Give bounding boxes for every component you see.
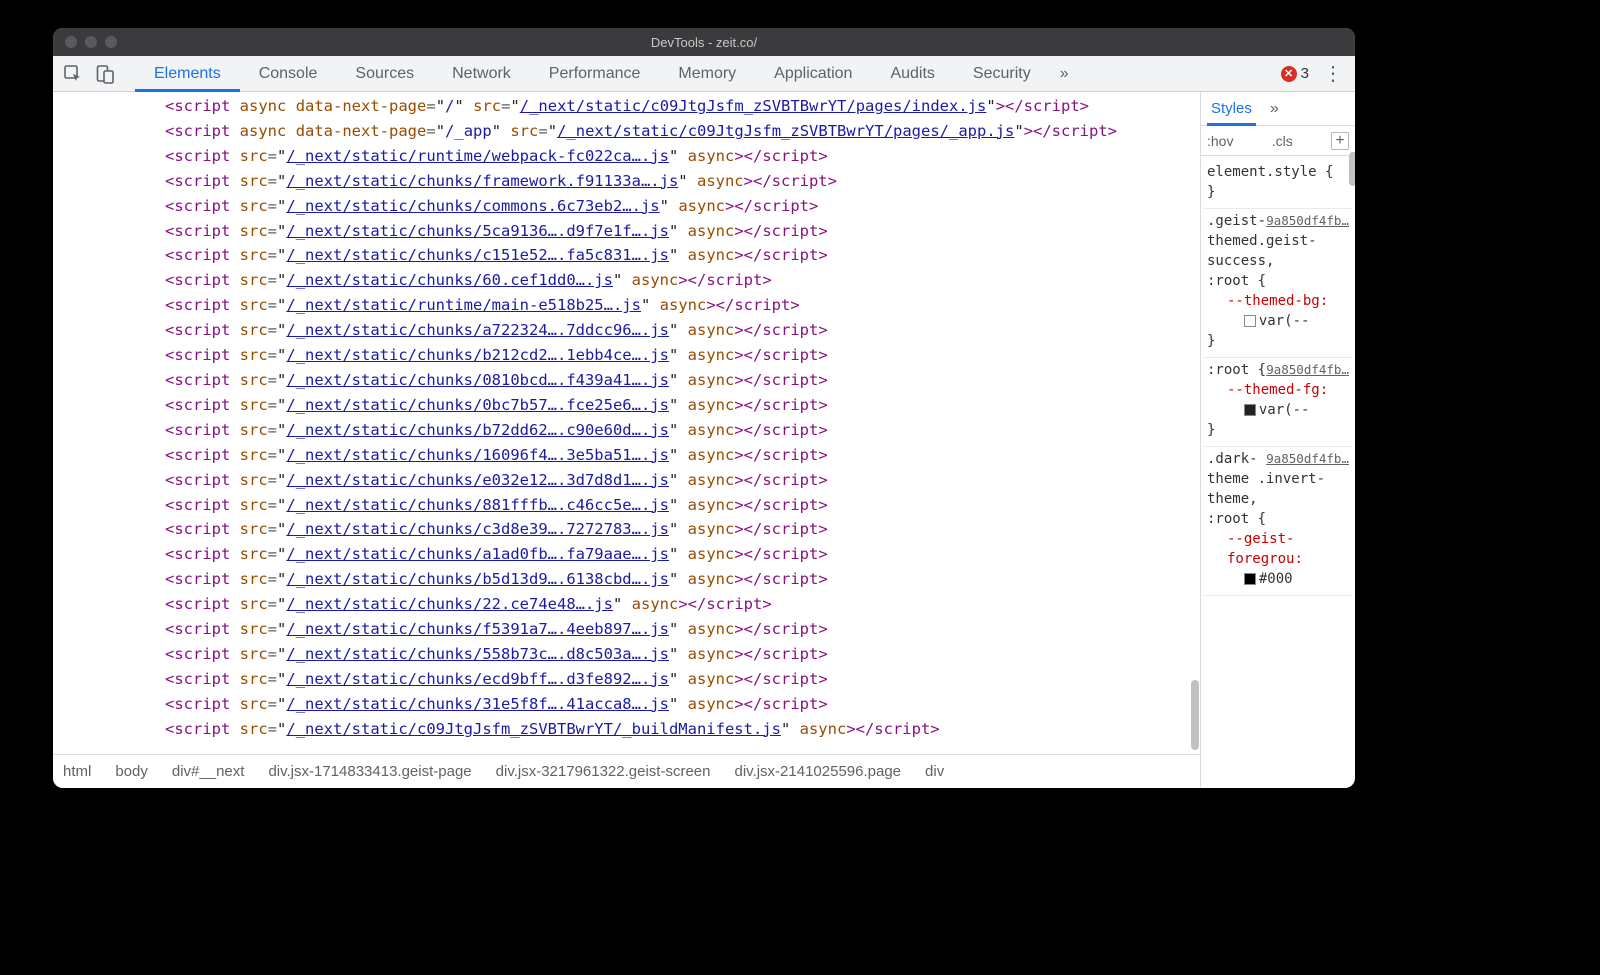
style-rule[interactable]: element.style {} — [1203, 160, 1353, 209]
dom-node[interactable]: <script src="/_next/static/chunks/0bc7b5… — [73, 393, 1200, 418]
tab-security[interactable]: Security — [954, 56, 1050, 91]
dom-node[interactable]: <script src="/_next/static/chunks/881fff… — [73, 493, 1200, 518]
dom-node[interactable]: <script src="/_next/static/chunks/5ca913… — [73, 219, 1200, 244]
dom-node[interactable]: <script src="/_next/static/chunks/22.ce7… — [73, 592, 1200, 617]
styles-tabs: Styles » — [1201, 92, 1355, 126]
window-title: DevTools - zeit.co/ — [53, 35, 1355, 50]
dom-node[interactable]: <script src="/_next/static/chunks/a1ad0f… — [73, 542, 1200, 567]
error-count: 3 — [1301, 65, 1309, 82]
dom-node[interactable]: <script src="/_next/static/chunks/c151e5… — [73, 243, 1200, 268]
dom-node[interactable]: <script src="/_next/static/chunks/f5391a… — [73, 617, 1200, 642]
dom-node[interactable]: <script async data-next-page="/" src="/_… — [73, 94, 1200, 119]
error-icon: ✕ — [1281, 66, 1297, 82]
main-panel: <script async data-next-page="/" src="/_… — [53, 92, 1355, 788]
dom-node[interactable]: <script src="/_next/static/chunks/ecd9bf… — [73, 667, 1200, 692]
dom-node[interactable]: <script src="/_next/static/chunks/0810bc… — [73, 368, 1200, 393]
window-titlebar: DevTools - zeit.co/ — [53, 28, 1355, 56]
dom-node[interactable]: <script src="/_next/static/chunks/558b73… — [73, 642, 1200, 667]
styles-pane: Styles » :hov .cls + element.style {}9a8… — [1200, 92, 1355, 788]
dom-node[interactable]: <script src="/_next/static/chunks/b5d13d… — [73, 567, 1200, 592]
tab-memory[interactable]: Memory — [659, 56, 755, 91]
styles-subtoolbar: :hov .cls + — [1201, 126, 1355, 156]
tab-sources[interactable]: Sources — [336, 56, 433, 91]
cls-toggle[interactable]: .cls — [1272, 133, 1293, 149]
elements-tree-pane[interactable]: <script async data-next-page="/" src="/_… — [53, 92, 1200, 788]
panel-tabs: ElementsConsoleSourcesNetworkPerformance… — [135, 56, 1050, 91]
source-link[interactable]: 9a850df4fb… — [1266, 449, 1349, 469]
style-rule[interactable]: 9a850df4fb….dark-theme .invert-theme,:ro… — [1203, 447, 1353, 596]
source-link[interactable]: 9a850df4fb… — [1266, 211, 1349, 231]
dom-node[interactable]: <script src="/_next/static/chunks/b212cd… — [73, 343, 1200, 368]
hover-toggle[interactable]: :hov — [1207, 133, 1233, 149]
tab-performance[interactable]: Performance — [530, 56, 660, 91]
traffic-lights — [65, 36, 117, 48]
new-style-rule-icon[interactable]: + — [1331, 132, 1349, 150]
more-tabs-icon[interactable]: » — [1050, 65, 1079, 83]
dom-node[interactable]: <script src="/_next/static/chunks/a72232… — [73, 318, 1200, 343]
breadcrumb-item[interactable]: html — [63, 763, 91, 780]
breadcrumb-item[interactable]: body — [115, 763, 148, 780]
dom-node[interactable]: <script src="/_next/static/c09JtgJsfm_zS… — [73, 717, 1200, 742]
dom-node[interactable]: <script src="/_next/static/chunks/b72dd6… — [73, 418, 1200, 443]
styles-tab[interactable]: Styles — [1211, 100, 1252, 117]
tab-application[interactable]: Application — [755, 56, 871, 91]
breadcrumb-item[interactable]: div.jsx-2141025596.page — [735, 763, 902, 780]
zoom-dot[interactable] — [105, 36, 117, 48]
source-link[interactable]: 9a850df4fb… — [1266, 360, 1349, 380]
breadcrumb-item[interactable]: div#__next — [172, 763, 245, 780]
inspect-element-icon[interactable] — [63, 64, 83, 84]
more-styles-tabs-icon[interactable]: » — [1270, 100, 1279, 118]
minimize-dot[interactable] — [85, 36, 97, 48]
tab-audits[interactable]: Audits — [871, 56, 953, 91]
devtools-toolbar: ElementsConsoleSourcesNetworkPerformance… — [53, 56, 1355, 92]
settings-menu-icon[interactable]: ⋮ — [1323, 61, 1341, 86]
breadcrumb-item[interactable]: div — [925, 763, 944, 780]
dom-node[interactable]: <script src="/_next/static/chunks/60.cef… — [73, 268, 1200, 293]
error-count-badge[interactable]: ✕ 3 — [1281, 65, 1309, 82]
dom-node[interactable]: <script src="/_next/static/chunks/c3d8e3… — [73, 517, 1200, 542]
dom-node[interactable]: <script async data-next-page="/_app" src… — [73, 119, 1200, 144]
style-rule[interactable]: 9a850df4fb….geist-themed.geist-success,:… — [1203, 209, 1353, 358]
dom-node[interactable]: <script src="/_next/static/chunks/e032e1… — [73, 468, 1200, 493]
dom-node[interactable]: <script src="/_next/static/chunks/framew… — [73, 169, 1200, 194]
dom-breadcrumbs: html body div#__next div.jsx-1714833413.gei… — [53, 754, 1200, 788]
style-rule[interactable]: 9a850df4fb…:root {--themed-fg: var(--} — [1203, 358, 1353, 447]
tab-elements[interactable]: Elements — [135, 56, 240, 91]
dom-tree[interactable]: <script async data-next-page="/" src="/_… — [53, 92, 1200, 754]
dom-node[interactable]: <script src="/_next/static/chunks/31e5f8… — [73, 692, 1200, 717]
dom-node[interactable]: <script src="/_next/static/chunks/common… — [73, 194, 1200, 219]
scrollbar-thumb[interactable] — [1191, 680, 1199, 750]
tab-console[interactable]: Console — [240, 56, 337, 91]
style-rules[interactable]: element.style {}9a850df4fb….geist-themed… — [1201, 156, 1355, 788]
breadcrumb-item[interactable]: div.jsx-1714833413.geist-page — [268, 763, 471, 780]
styles-scrollbar-thumb[interactable] — [1349, 152, 1355, 186]
dom-node[interactable]: <script src="/_next/static/chunks/16096f… — [73, 443, 1200, 468]
dom-node[interactable]: <script src="/_next/static/runtime/main-… — [73, 293, 1200, 318]
devtools-window: DevTools - zeit.co/ ElementsConsoleSourc… — [53, 28, 1355, 788]
close-dot[interactable] — [65, 36, 77, 48]
device-toolbar-icon[interactable] — [95, 64, 115, 84]
dom-node[interactable]: <script src="/_next/static/runtime/webpa… — [73, 144, 1200, 169]
breadcrumb-item[interactable]: div.jsx-3217961322.geist-screen — [496, 763, 711, 780]
tab-network[interactable]: Network — [433, 56, 530, 91]
